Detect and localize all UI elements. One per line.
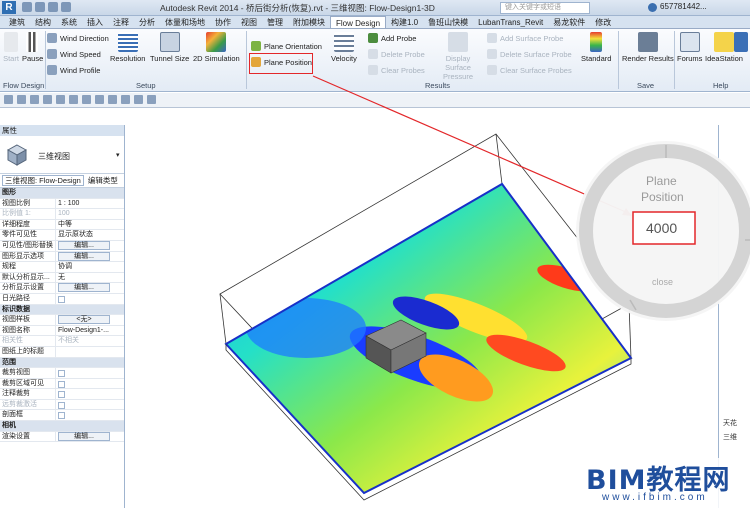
revit-window: R Autodesk Revit 2014 - 桥后街分析(恢复).rvt - … xyxy=(0,0,750,508)
popup-title-line2: Position xyxy=(641,190,684,204)
watermark-url: www.ifbim.com xyxy=(602,492,708,503)
annotation-arrow xyxy=(312,75,750,321)
popup-close-button[interactable]: close xyxy=(652,277,673,287)
popup-title-line1: Plane xyxy=(646,174,677,188)
watermark: BIM教程网 www.ifbim.com xyxy=(580,458,750,508)
plane-position-input[interactable]: 4000 xyxy=(646,220,677,236)
